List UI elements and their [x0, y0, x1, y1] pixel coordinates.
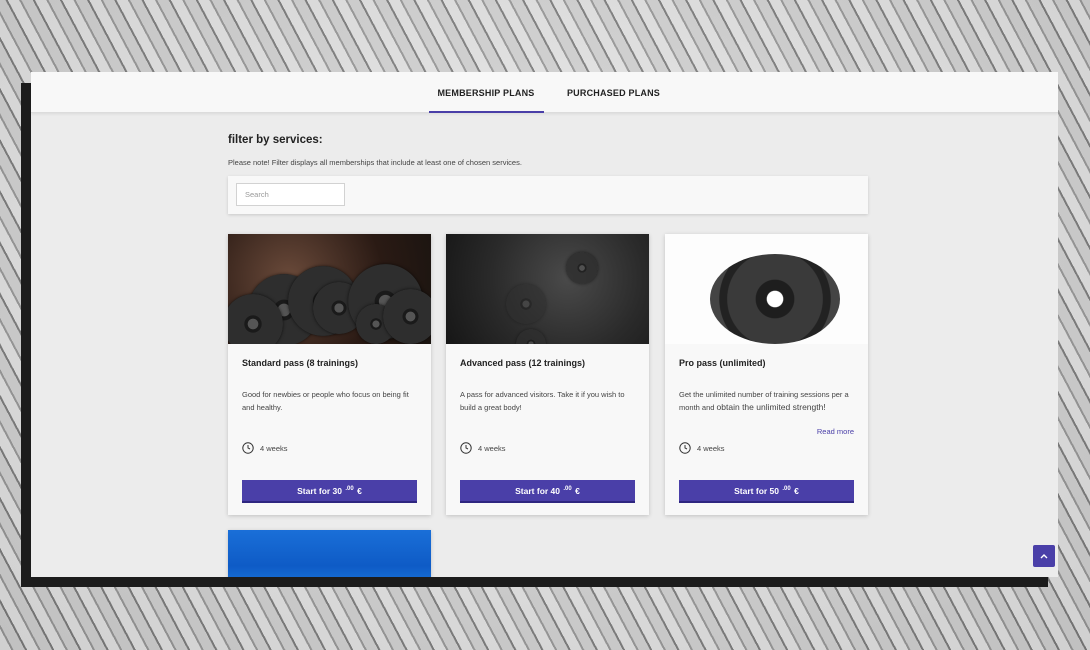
plan-card-partial [228, 530, 431, 577]
button-cents: .00 [782, 485, 791, 492]
clock-icon [460, 442, 472, 454]
plan-image-dumbbell [446, 234, 649, 344]
plan-card-pro: Pro pass (unlimited) Get the unlimited n… [665, 234, 868, 515]
button-price: Start for 40 [515, 485, 561, 496]
plan-duration: 4 weeks [679, 442, 725, 454]
button-price: Start for 50 [734, 485, 780, 496]
search-panel [228, 176, 868, 214]
tab-membership-plans[interactable]: MEMBERSHIP PLANS [428, 72, 544, 113]
plan-title: Pro pass (unlimited) [679, 358, 766, 368]
plan-image-weights [228, 234, 431, 344]
scroll-to-top-button[interactable] [1033, 545, 1055, 567]
button-price: Start for 30 [297, 485, 343, 496]
chevron-up-icon [1040, 554, 1048, 559]
duration-text: 4 weeks [260, 443, 288, 453]
plan-description: Good for newbies or people who focus on … [242, 390, 409, 412]
start-plan-button[interactable]: Start for 30 .00 € [242, 480, 417, 501]
tab-purchased-plans[interactable]: PURCHASED PLANS [559, 72, 669, 113]
plan-description-part: obtain the unlimited strength! [716, 402, 826, 412]
clock-icon [679, 442, 691, 454]
plan-title: Advanced pass (12 trainings) [460, 358, 586, 368]
plan-duration: 4 weeks [460, 442, 506, 454]
plan-description: A pass for advanced visitors. Take it if… [460, 390, 625, 412]
plan-duration: 4 weeks [242, 442, 288, 454]
duration-text: 4 weeks [478, 443, 506, 453]
app-window: MEMBERSHIP PLANS PURCHASED PLANS filter … [31, 72, 1058, 577]
clock-icon [242, 442, 254, 454]
button-currency: € [357, 485, 362, 496]
search-input[interactable] [236, 183, 345, 206]
start-plan-button[interactable]: Start for 40 .00 € [460, 480, 635, 501]
start-plan-button[interactable]: Start for 50 .00 € [679, 480, 854, 501]
plan-image-water [228, 530, 431, 577]
tab-bar: MEMBERSHIP PLANS PURCHASED PLANS [31, 72, 1058, 113]
plan-title: Standard pass (8 trainings) [242, 358, 359, 368]
button-currency: € [794, 485, 799, 496]
duration-text: 4 weeks [697, 443, 725, 453]
filter-title: filter by services: [228, 134, 323, 146]
button-cents: .00 [563, 485, 572, 492]
filter-section: filter by services: Please note! Filter … [228, 134, 868, 214]
read-more-link[interactable]: Read more [817, 427, 854, 436]
plan-card-advanced: Advanced pass (12 trainings) A pass for … [446, 234, 649, 515]
plan-image-plate [665, 234, 868, 344]
filter-note: Please note! Filter displays all members… [228, 158, 522, 167]
button-cents: .00 [345, 485, 354, 492]
plan-card-standard: Standard pass (8 trainings) Good for new… [228, 234, 431, 515]
button-currency: € [575, 485, 580, 496]
